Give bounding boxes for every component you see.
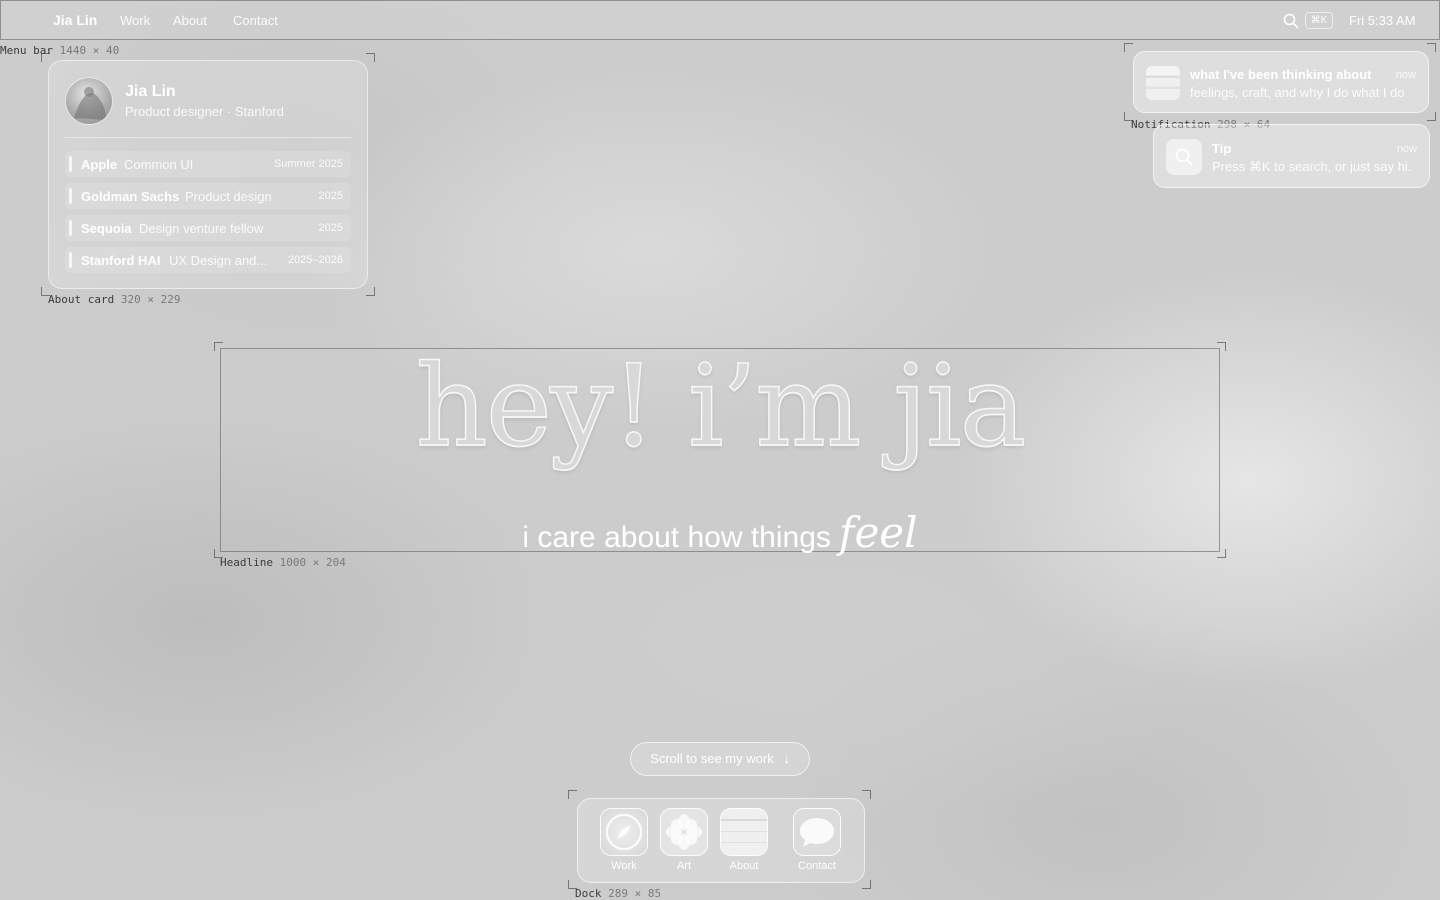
search-shortcut-badge[interactable]: ⌘K (1305, 12, 1333, 29)
menubar-annotation: Menu bar 1440 × 40 (0, 44, 120, 57)
experience-years: 2025 (318, 222, 343, 234)
notes-icon (720, 808, 768, 856)
notification-title: what I've been thinking about (1190, 67, 1372, 82)
experience-title: Common UI (124, 157, 194, 172)
experience-company: Apple (81, 157, 118, 172)
experience-title: UX Design and... (169, 253, 268, 268)
nav-work[interactable]: Work (120, 13, 150, 28)
experience-row[interactable]: Goldman Sachs Product design 2025 (65, 183, 351, 209)
menu-bar: Jia Lin Work About Contact ⌘K Fri 5:33 A… (0, 0, 1440, 40)
about-card-annotation: About card 320 × 229 (48, 293, 181, 306)
headline-title: hey! i’m jia (415, 341, 1027, 473)
brand-link[interactable]: Jia Lin (53, 12, 97, 28)
experience-company: Stanford HAI (81, 253, 161, 268)
headline: hey! i’m jia i care about how things feel (220, 341, 1220, 557)
menu-clock: Fri 5:33 AM (1349, 13, 1416, 28)
dock: Work Art About Contact (577, 798, 865, 883)
experience-company: Sequoia (81, 221, 132, 236)
dock-annotation: Dock 289 × 85 (575, 887, 662, 900)
experience-row[interactable]: Stanford HAI UX Design and... 2025–2026 (65, 247, 351, 273)
search-icon (1166, 139, 1202, 175)
notification-tip[interactable]: Tip Press ⌘K to search, or just say hi. … (1153, 124, 1430, 188)
dock-item-contact[interactable]: Contact (792, 808, 842, 872)
dock-item-art[interactable]: Art (659, 808, 709, 872)
nav-about[interactable]: About (173, 13, 207, 28)
search-icon[interactable] (1283, 13, 1299, 29)
nav-contact[interactable]: Contact (233, 13, 278, 28)
message-bubble-icon (793, 808, 841, 856)
scroll-cta-button[interactable]: Scroll to see my work ↓ (630, 742, 810, 776)
experience-row[interactable]: Apple Common UI Summer 2025 (65, 151, 351, 177)
notification-time: now (1396, 143, 1417, 155)
arrow-down-icon: ↓ (783, 751, 790, 766)
experience-title: Product design (185, 189, 272, 204)
experience-row[interactable]: Sequoia Design venture fellow 2025 (65, 215, 351, 241)
compass-icon (600, 808, 648, 856)
experience-title: Design venture fellow (139, 221, 264, 236)
experience-years: Summer 2025 (273, 158, 343, 170)
headline-subtitle: i care about how things feel (522, 508, 918, 557)
notes-thumbnail-icon (1146, 66, 1180, 100)
flower-icon (660, 808, 708, 856)
notification-body: Press ⌘K to search, or just say hi. (1212, 159, 1412, 174)
divider (65, 137, 351, 138)
notification-body: feelings, craft, and why I do what I do (1190, 85, 1405, 100)
experience-company: Goldman Sachs (81, 189, 180, 204)
headline-emphasis: feel (838, 508, 918, 557)
notification-title: Tip (1212, 141, 1232, 156)
experience-years: 2025 (318, 190, 343, 202)
about-card: Jia Lin Product designer · Stanford Appl… (48, 60, 368, 289)
dock-item-work[interactable]: Work (599, 808, 649, 872)
profile-role: Product designer · Stanford (125, 104, 284, 119)
dock-item-about[interactable]: About (719, 808, 769, 872)
notification-time: now (1395, 69, 1416, 81)
notification-thinking[interactable]: what I've been thinking about feelings, … (1133, 51, 1429, 113)
avatar (65, 77, 113, 125)
profile-name: Jia Lin (125, 83, 176, 100)
headline-annotation: Headline 1000 × 204 (220, 556, 346, 569)
experience-years: 2025–2026 (287, 254, 343, 266)
